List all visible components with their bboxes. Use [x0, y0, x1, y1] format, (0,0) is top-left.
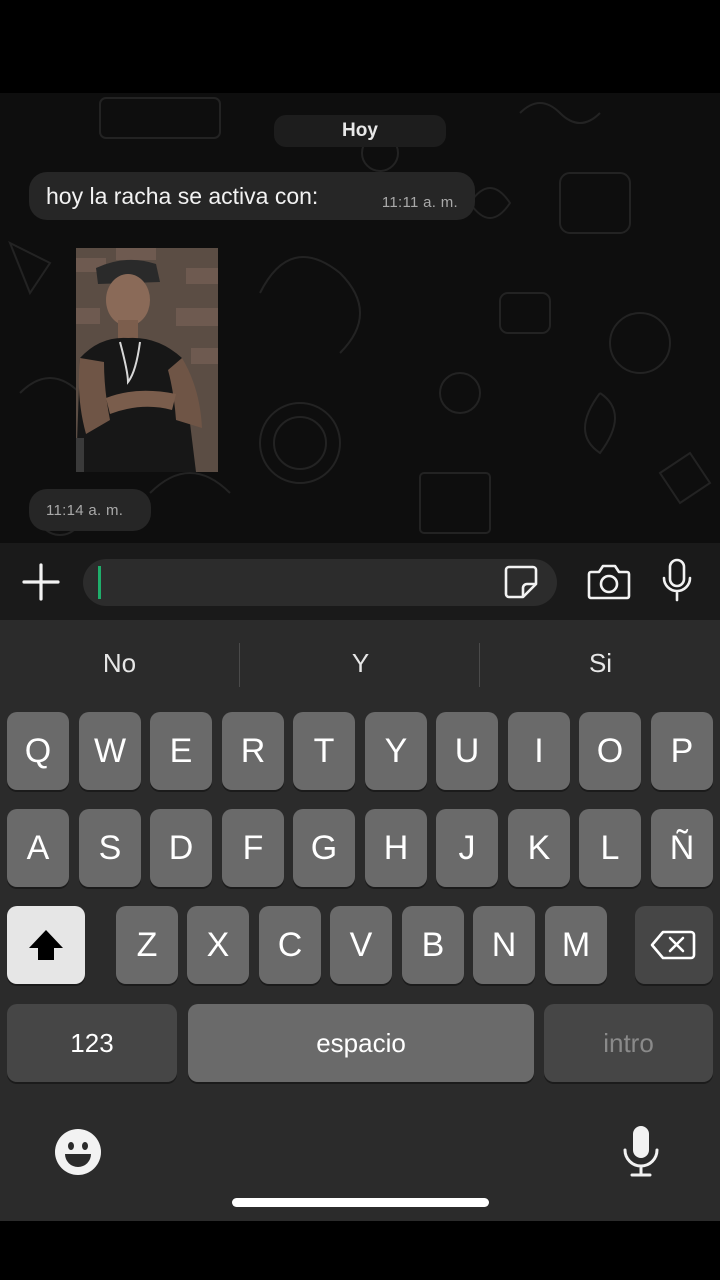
backspace-icon	[650, 930, 696, 960]
microphone-icon[interactable]	[660, 558, 694, 602]
key-o[interactable]: O	[579, 712, 641, 790]
home-indicator[interactable]	[232, 1198, 489, 1207]
key-w[interactable]: W	[79, 712, 141, 790]
key-p[interactable]: P	[651, 712, 713, 790]
key-f[interactable]: F	[222, 809, 284, 887]
key-n[interactable]: N	[473, 906, 535, 984]
key-x[interactable]: X	[187, 906, 249, 984]
divider	[239, 643, 240, 687]
key-t[interactable]: T	[293, 712, 355, 790]
key-y[interactable]: Y	[365, 712, 427, 790]
suggestion-2[interactable]: Y	[241, 648, 480, 682]
delete-key[interactable]	[635, 906, 713, 984]
return-key[interactable]: intro	[544, 1004, 713, 1082]
key-u[interactable]: U	[436, 712, 498, 790]
key-q[interactable]: Q	[7, 712, 69, 790]
image-message[interactable]	[76, 248, 218, 472]
message-text: hoy la racha se activa con:	[46, 183, 319, 209]
key-s[interactable]: S	[79, 809, 141, 887]
divider	[479, 643, 480, 687]
key-e[interactable]: E	[150, 712, 212, 790]
shift-icon	[29, 930, 63, 960]
key-z[interactable]: Z	[116, 906, 178, 984]
key-l[interactable]: L	[579, 809, 641, 887]
numbers-key[interactable]: 123	[7, 1004, 177, 1082]
suggestion-3[interactable]: Si	[481, 648, 720, 682]
suggestion-1[interactable]: No	[0, 648, 239, 682]
key-h[interactable]: H	[365, 809, 427, 887]
key-i[interactable]: I	[508, 712, 570, 790]
key-j[interactable]: J	[436, 809, 498, 887]
key-n-tilde[interactable]: Ñ	[651, 809, 713, 887]
shift-key[interactable]	[7, 906, 85, 984]
key-k[interactable]: K	[508, 809, 570, 887]
message-bubble[interactable]: hoy la racha se activa con: 11:11 a. m.	[29, 172, 475, 220]
key-d[interactable]: D	[150, 809, 212, 887]
key-g[interactable]: G	[293, 809, 355, 887]
text-caret	[98, 566, 101, 599]
message-time: 11:11 a. m.	[381, 194, 458, 211]
photo-of-man	[76, 248, 218, 472]
space-key[interactable]: espacio	[188, 1004, 534, 1082]
key-a[interactable]: A	[7, 809, 69, 887]
date-label: Hoy	[274, 115, 446, 147]
key-b[interactable]: B	[402, 906, 464, 984]
message-input[interactable]	[83, 559, 557, 606]
key-r[interactable]: R	[222, 712, 284, 790]
plus-icon[interactable]	[22, 563, 60, 601]
message-time: 11:14 a. m.	[46, 502, 124, 519]
message-time-bubble: 11:14 a. m.	[29, 489, 151, 531]
sticker-icon[interactable]	[503, 564, 539, 600]
camera-icon[interactable]	[587, 562, 631, 602]
microphone-icon[interactable]	[620, 1124, 662, 1178]
key-v[interactable]: V	[330, 906, 392, 984]
emoji-icon[interactable]	[54, 1128, 102, 1176]
key-m[interactable]: M	[545, 906, 607, 984]
key-c[interactable]: C	[259, 906, 321, 984]
